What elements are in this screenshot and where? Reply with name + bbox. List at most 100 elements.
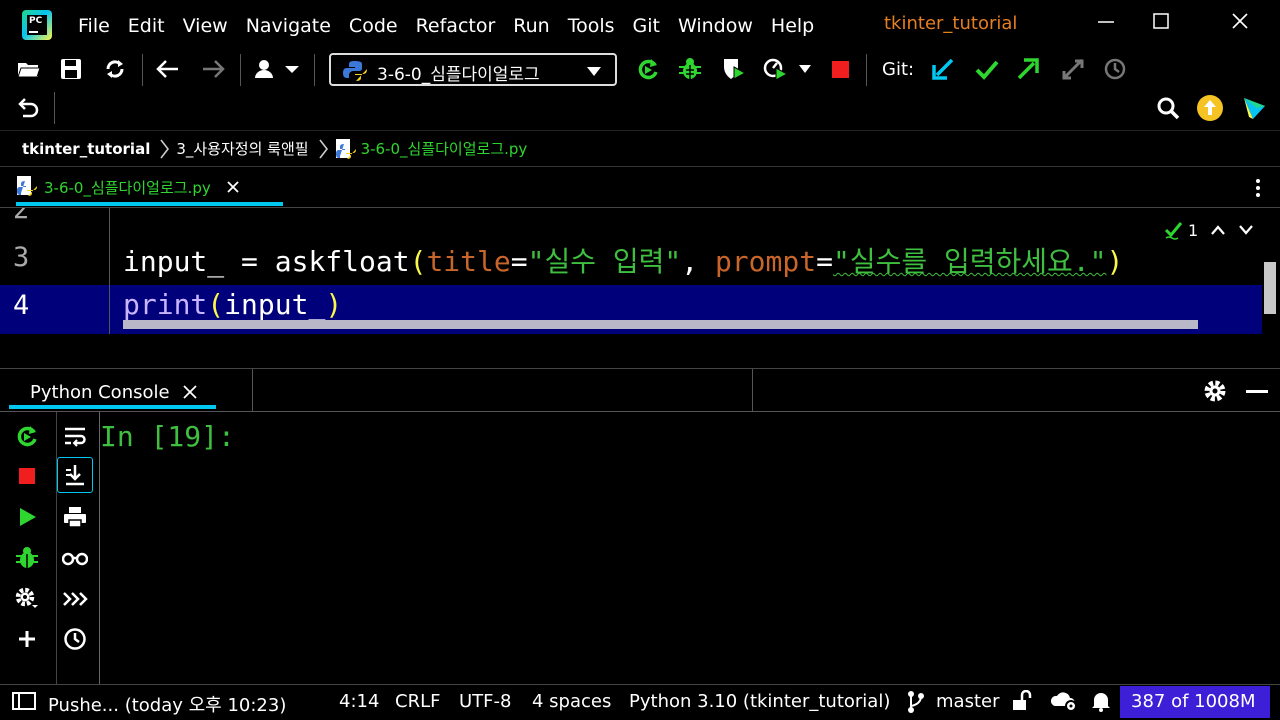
toolbar-divider <box>314 54 315 86</box>
code-line-3: input_ = askfloat(title="실수 입력", prompt=… <box>123 240 1123 280</box>
menu-navigate[interactable]: Navigate <box>246 15 340 37</box>
git-history-clock-icon[interactable] <box>1101 55 1129 83</box>
show-variables-glasses-icon[interactable] <box>61 544 89 572</box>
toolbar-divider <box>56 412 57 684</box>
editor-tab-active[interactable]: 3-6-0_심플다이얼로그.py <box>16 173 241 201</box>
sync-icon[interactable] <box>101 55 129 83</box>
status-caret-position[interactable]: 4:14 <box>339 691 379 712</box>
stop-icon[interactable] <box>826 55 854 83</box>
back-arrow-icon[interactable] <box>154 55 182 83</box>
code-variable: input_ <box>123 245 225 278</box>
panel-divider <box>252 369 253 411</box>
chevron-up-icon[interactable] <box>1210 223 1226 237</box>
ide-update-icon[interactable] <box>1196 94 1224 122</box>
code-builtin: print <box>123 288 208 321</box>
run-configuration-select[interactable]: 3-6-0_심플다이얼로그 <box>329 53 617 86</box>
command-queue-icon[interactable] <box>61 585 89 613</box>
breadcrumb-file[interactable]: 3-6-0_심플다이얼로그.py <box>361 138 528 159</box>
tab-options-more-icon[interactable] <box>1254 178 1262 202</box>
soft-wrap-icon[interactable] <box>61 422 89 450</box>
open-folder-icon[interactable] <box>15 55 43 83</box>
search-icon[interactable] <box>1154 94 1182 122</box>
jetbrains-toolbox-icon[interactable] <box>1240 94 1268 122</box>
code-keyword-arg: title <box>426 245 511 278</box>
code-paren: ( <box>207 288 225 321</box>
status-indent[interactable]: 4 spaces <box>532 691 611 712</box>
status-push-message[interactable]: Pushe... (today 오후 10:23) <box>48 691 286 717</box>
code-comma: , <box>681 245 715 278</box>
menu-file[interactable]: File <box>78 15 119 37</box>
git-update-icon[interactable] <box>929 55 957 83</box>
toolbar-divider <box>54 92 55 124</box>
close-tab-icon[interactable] <box>225 179 241 195</box>
menu-run[interactable]: Run <box>513 15 558 37</box>
breadcrumb-folder[interactable]: 3_사용자정의 룩앤필 <box>176 138 308 159</box>
notifications-bell-icon[interactable] <box>1090 690 1112 716</box>
rollback-undo-icon[interactable] <box>14 94 42 122</box>
menu-help[interactable]: Help <box>771 15 823 37</box>
toggle-tool-windows-icon[interactable] <box>12 692 36 714</box>
rerun-console-icon[interactable] <box>13 422 41 450</box>
stop-console-icon[interactable] <box>13 462 41 490</box>
console-history-clock-icon[interactable] <box>61 625 89 653</box>
run-with-coverage-icon[interactable] <box>720 55 748 83</box>
code-operator: = <box>510 245 528 278</box>
breadcrumb-project[interactable]: tkinter_tutorial <box>22 140 150 158</box>
profile-icon[interactable] <box>762 55 790 83</box>
chevron-down-icon[interactable] <box>1238 223 1254 237</box>
more-run-options-chevron-icon[interactable] <box>796 60 814 78</box>
code-string: "실수를 입력하세요." <box>832 245 1107 278</box>
inspection-widget[interactable]: 1 <box>1164 220 1254 240</box>
menu-refactor[interactable]: Refactor <box>416 15 505 37</box>
code-keyword-arg: prompt <box>714 245 817 278</box>
attach-debugger-bug-icon[interactable] <box>13 544 41 572</box>
status-line-separator[interactable]: CRLF <box>395 691 440 712</box>
horizontal-scrollbar[interactable] <box>123 320 1198 329</box>
pycharm-logo-icon: PC <box>22 10 52 40</box>
git-push-icon[interactable] <box>1014 55 1042 83</box>
status-encoding[interactable]: UTF-8 <box>459 691 511 712</box>
git-compare-icon[interactable] <box>1059 55 1087 83</box>
menu-code[interactable]: Code <box>349 15 407 37</box>
code-operator: = <box>816 245 833 278</box>
chevron-down-icon <box>587 67 601 76</box>
maximize-icon <box>1153 13 1169 29</box>
console-tab[interactable]: Python Console <box>30 380 198 404</box>
console-settings-gear-icon[interactable] <box>13 585 41 613</box>
close-window-button[interactable] <box>1220 8 1260 42</box>
menu-tools[interactable]: Tools <box>568 15 624 37</box>
code-paren: ( <box>409 245 427 278</box>
maximize-button[interactable] <box>1141 8 1181 42</box>
vcs-user-icon[interactable] <box>254 55 300 83</box>
vertical-scrollbar[interactable] <box>1264 262 1276 314</box>
run-configuration-label: 3-6-0_심플다이얼로그 <box>377 65 540 85</box>
hide-panel-minimize-icon[interactable] <box>1246 390 1268 393</box>
print-icon[interactable] <box>61 503 89 531</box>
settings-gear-icon[interactable] <box>1203 379 1227 407</box>
line-number-2-clip: 2 <box>0 208 110 228</box>
code-paren: ) <box>325 288 343 321</box>
panel-divider <box>752 369 753 411</box>
scroll-to-end-toggle[interactable] <box>57 457 93 493</box>
toolbar-divider <box>142 54 143 86</box>
save-icon[interactable] <box>57 55 85 83</box>
menu-view[interactable]: View <box>183 15 237 37</box>
breadcrumb: tkinter_tutorial 3_사용자정의 룩앤필 3-6-0_심플다이얼… <box>0 130 1280 166</box>
readonly-lock-icon[interactable] <box>1011 689 1033 716</box>
close-tab-icon[interactable] <box>182 384 198 400</box>
status-git-branch[interactable]: master <box>936 691 999 712</box>
git-commit-check-icon[interactable] <box>973 55 1001 83</box>
console-prompt[interactable]: In [19]: <box>100 420 235 453</box>
menu-git[interactable]: Git <box>633 15 669 37</box>
rerun-icon[interactable] <box>634 55 662 83</box>
debug-bug-icon[interactable] <box>676 55 704 83</box>
execute-run-icon[interactable] <box>13 503 41 531</box>
menu-window[interactable]: Window <box>678 15 762 37</box>
code-line-4: print(input_) <box>123 288 342 321</box>
cloud-settings-icon[interactable] <box>1050 689 1080 717</box>
status-interpreter[interactable]: Python 3.10 (tkinter_tutorial) <box>629 691 890 712</box>
new-console-plus-icon[interactable] <box>13 625 41 653</box>
minimize-button[interactable] <box>1086 8 1126 42</box>
forward-arrow-icon[interactable] <box>199 55 227 83</box>
menu-edit[interactable]: Edit <box>128 15 174 37</box>
